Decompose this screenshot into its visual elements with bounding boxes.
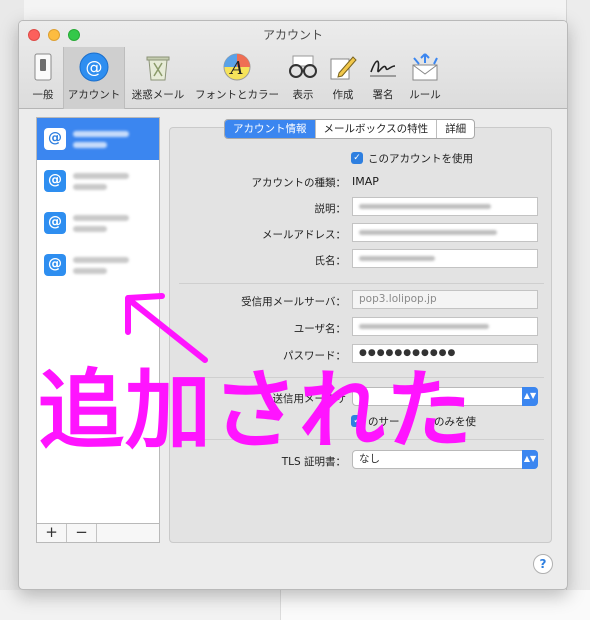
title-bar: アカウント 一般 @ アカウント 迷惑メール A フォントとカラー 表示 作成 … — [19, 21, 567, 109]
description-label: 説明： — [314, 203, 347, 215]
blurred-account-name — [73, 131, 129, 137]
pencil-compose-icon — [327, 51, 359, 83]
account-row[interactable]: @ — [37, 118, 159, 160]
account-row[interactable]: @ — [37, 202, 159, 244]
at-sign-icon: @ — [44, 170, 66, 192]
at-sign-icon: @ — [78, 51, 110, 83]
fullname-label: 氏名： — [314, 255, 347, 267]
desktop-background-right — [566, 0, 590, 620]
signature-icon — [367, 51, 399, 83]
help-button[interactable]: ? — [533, 554, 553, 574]
toolbar-signatures[interactable]: 署名 — [365, 47, 401, 109]
account-type-value: IMAP — [352, 175, 379, 188]
tab-mailbox-behaviors[interactable]: メールボックスの特性 — [316, 120, 438, 138]
blurred-account-detail — [73, 142, 107, 148]
window-title: アカウント — [262, 28, 323, 42]
blurred-account-detail — [73, 226, 107, 232]
enable-account-label: このアカウントを使用 — [368, 153, 473, 165]
toolbar-rules[interactable]: ルール — [403, 47, 447, 109]
preferences-window: アカウント 一般 @ アカウント 迷惑メール A フォントとカラー 表示 作成 … — [18, 20, 568, 590]
accounts-list-controls: + − — [36, 523, 160, 543]
tab-account-info[interactable]: アカウント情報 — [225, 120, 316, 138]
blurred-value — [359, 256, 435, 261]
glasses-icon — [287, 51, 319, 83]
blurred-account-name — [73, 257, 129, 263]
svg-text:A: A — [229, 58, 244, 79]
account-type-label: アカウントの種類： — [251, 177, 347, 189]
toolbar-label: 迷惑メール — [131, 89, 185, 101]
toolbar-label: ルール — [409, 89, 441, 101]
at-sign-icon: @ — [44, 254, 66, 276]
annotation-caption: 追加された — [38, 361, 473, 461]
toolbar-composing[interactable]: 作成 — [323, 47, 363, 109]
junk-trash-icon — [142, 51, 174, 83]
description-field[interactable] — [352, 197, 538, 216]
blurred-value — [359, 324, 489, 329]
toolbar-label: 一般 — [32, 89, 54, 101]
svg-text:@: @ — [86, 58, 103, 78]
add-account-button[interactable]: + — [37, 524, 67, 542]
blurred-value — [359, 204, 491, 209]
toolbar-label: フォントとカラー — [195, 89, 279, 101]
toolbar-label: 作成 — [332, 89, 354, 101]
email-label: メールアドレス： — [262, 229, 346, 241]
rules-envelope-icon — [409, 51, 441, 83]
general-switch-icon — [27, 51, 59, 83]
blurred-account-detail — [73, 184, 107, 190]
background-window-edge — [280, 590, 590, 620]
blurred-value — [359, 230, 497, 235]
at-sign-icon: @ — [44, 128, 66, 150]
toolbar-viewing[interactable]: 表示 — [285, 47, 321, 109]
toolbar-accounts[interactable]: @ アカウント — [63, 47, 125, 109]
enable-account-checkbox[interactable]: ✓ — [351, 152, 363, 164]
email-field[interactable] — [352, 223, 538, 242]
section-divider — [179, 283, 544, 284]
blurred-account-detail — [73, 268, 107, 274]
detail-tabs: アカウント情報 メールボックスの特性 詳細 — [224, 119, 476, 139]
toolbar-fonts-colors[interactable]: A フォントとカラー — [191, 47, 283, 109]
toolbar-junk[interactable]: 迷惑メール — [127, 47, 189, 109]
fullname-field[interactable] — [352, 249, 538, 268]
username-field[interactable] — [352, 317, 538, 336]
toolbar-label: 表示 — [292, 89, 314, 101]
toolbar-label: アカウント — [67, 89, 121, 101]
remove-account-button[interactable]: − — [67, 524, 97, 542]
font-color-icon: A — [221, 51, 253, 83]
blurred-account-name — [73, 173, 129, 179]
toolbar-label: 署名 — [372, 89, 394, 101]
tab-advanced[interactable]: 詳細 — [437, 120, 474, 138]
at-sign-icon: @ — [44, 212, 66, 234]
blurred-account-name — [73, 215, 129, 221]
account-row[interactable]: @ — [37, 160, 159, 202]
incoming-server-field[interactable]: pop3.lolipop.jp — [352, 290, 538, 309]
toolbar-general[interactable]: 一般 — [25, 47, 61, 109]
